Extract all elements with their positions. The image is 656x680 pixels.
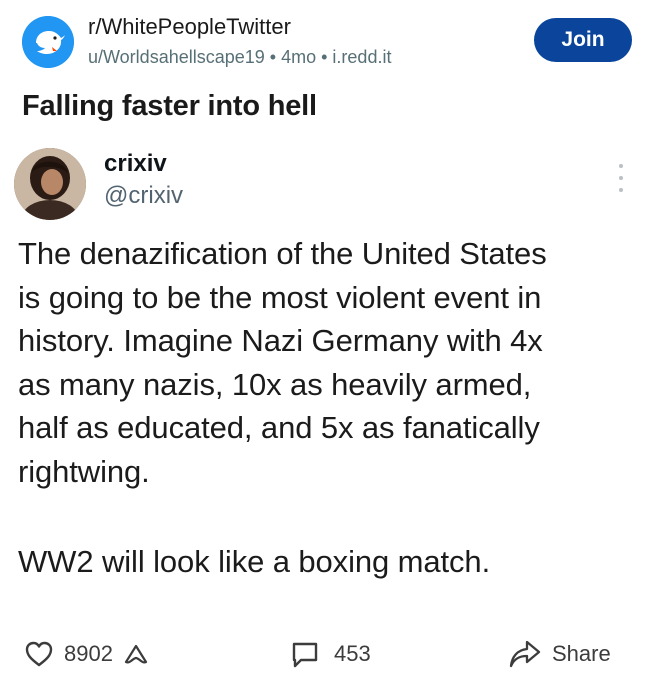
tweet-avatar [14,148,86,220]
tweet-handle: @crixiv [104,182,184,209]
tweet-display-name: crixiv [104,150,167,177]
comment-count: 453 [334,641,371,666]
tweet-line: The denazification of the United States [18,236,547,271]
share-label: Share [552,641,611,666]
tweet-text: The denazification of the United States … [18,232,644,493]
tweet-line: is going to be the most violent event in [18,279,542,315]
twitter-bird-icon [22,16,74,68]
vote-control: 8902 [24,636,149,672]
post-age: 4mo [281,47,317,67]
join-button[interactable]: Join [534,18,632,62]
more-options-icon [612,164,630,192]
post-header: r/WhitePeopleTwitter u/Worldsahellscape1… [0,0,656,80]
comments-button[interactable]: 453 [290,636,371,672]
upvote-heart-icon[interactable] [24,640,54,668]
post-title[interactable]: Falling faster into hell [22,90,317,123]
tweet-line: as many nazis, 10x as heavily armed, [18,366,532,402]
tweet-line: half as educated, and 5x as fanatically [18,410,540,445]
subreddit-avatar[interactable] [22,16,74,68]
author-link[interactable]: u/Worldsahellscape19 [88,47,265,67]
meta-separator: • [269,47,277,67]
tweet-last-line: WW2 will look like a boxing match. [18,544,491,579]
tweet-line: rightwing. [18,453,150,489]
subreddit-name[interactable]: r/WhitePeopleTwitter [88,14,291,40]
tweet-line: history. Imagine Nazi Germany with 4x [18,323,543,358]
post-actions-bar: 8902 453 Share [0,628,656,680]
post-meta: u/Worldsahellscape19 • 4mo • i.redd.it [88,47,391,68]
share-icon [508,639,542,669]
post-domain[interactable]: i.redd.it [332,47,391,67]
vote-count: 8902 [64,641,113,666]
downvote-icon[interactable] [123,642,149,666]
comment-icon [290,639,320,669]
share-button[interactable]: Share [508,636,611,672]
meta-separator: • [321,47,328,67]
tweet-image[interactable]: crixiv @crixiv The denazification of the… [0,136,656,622]
